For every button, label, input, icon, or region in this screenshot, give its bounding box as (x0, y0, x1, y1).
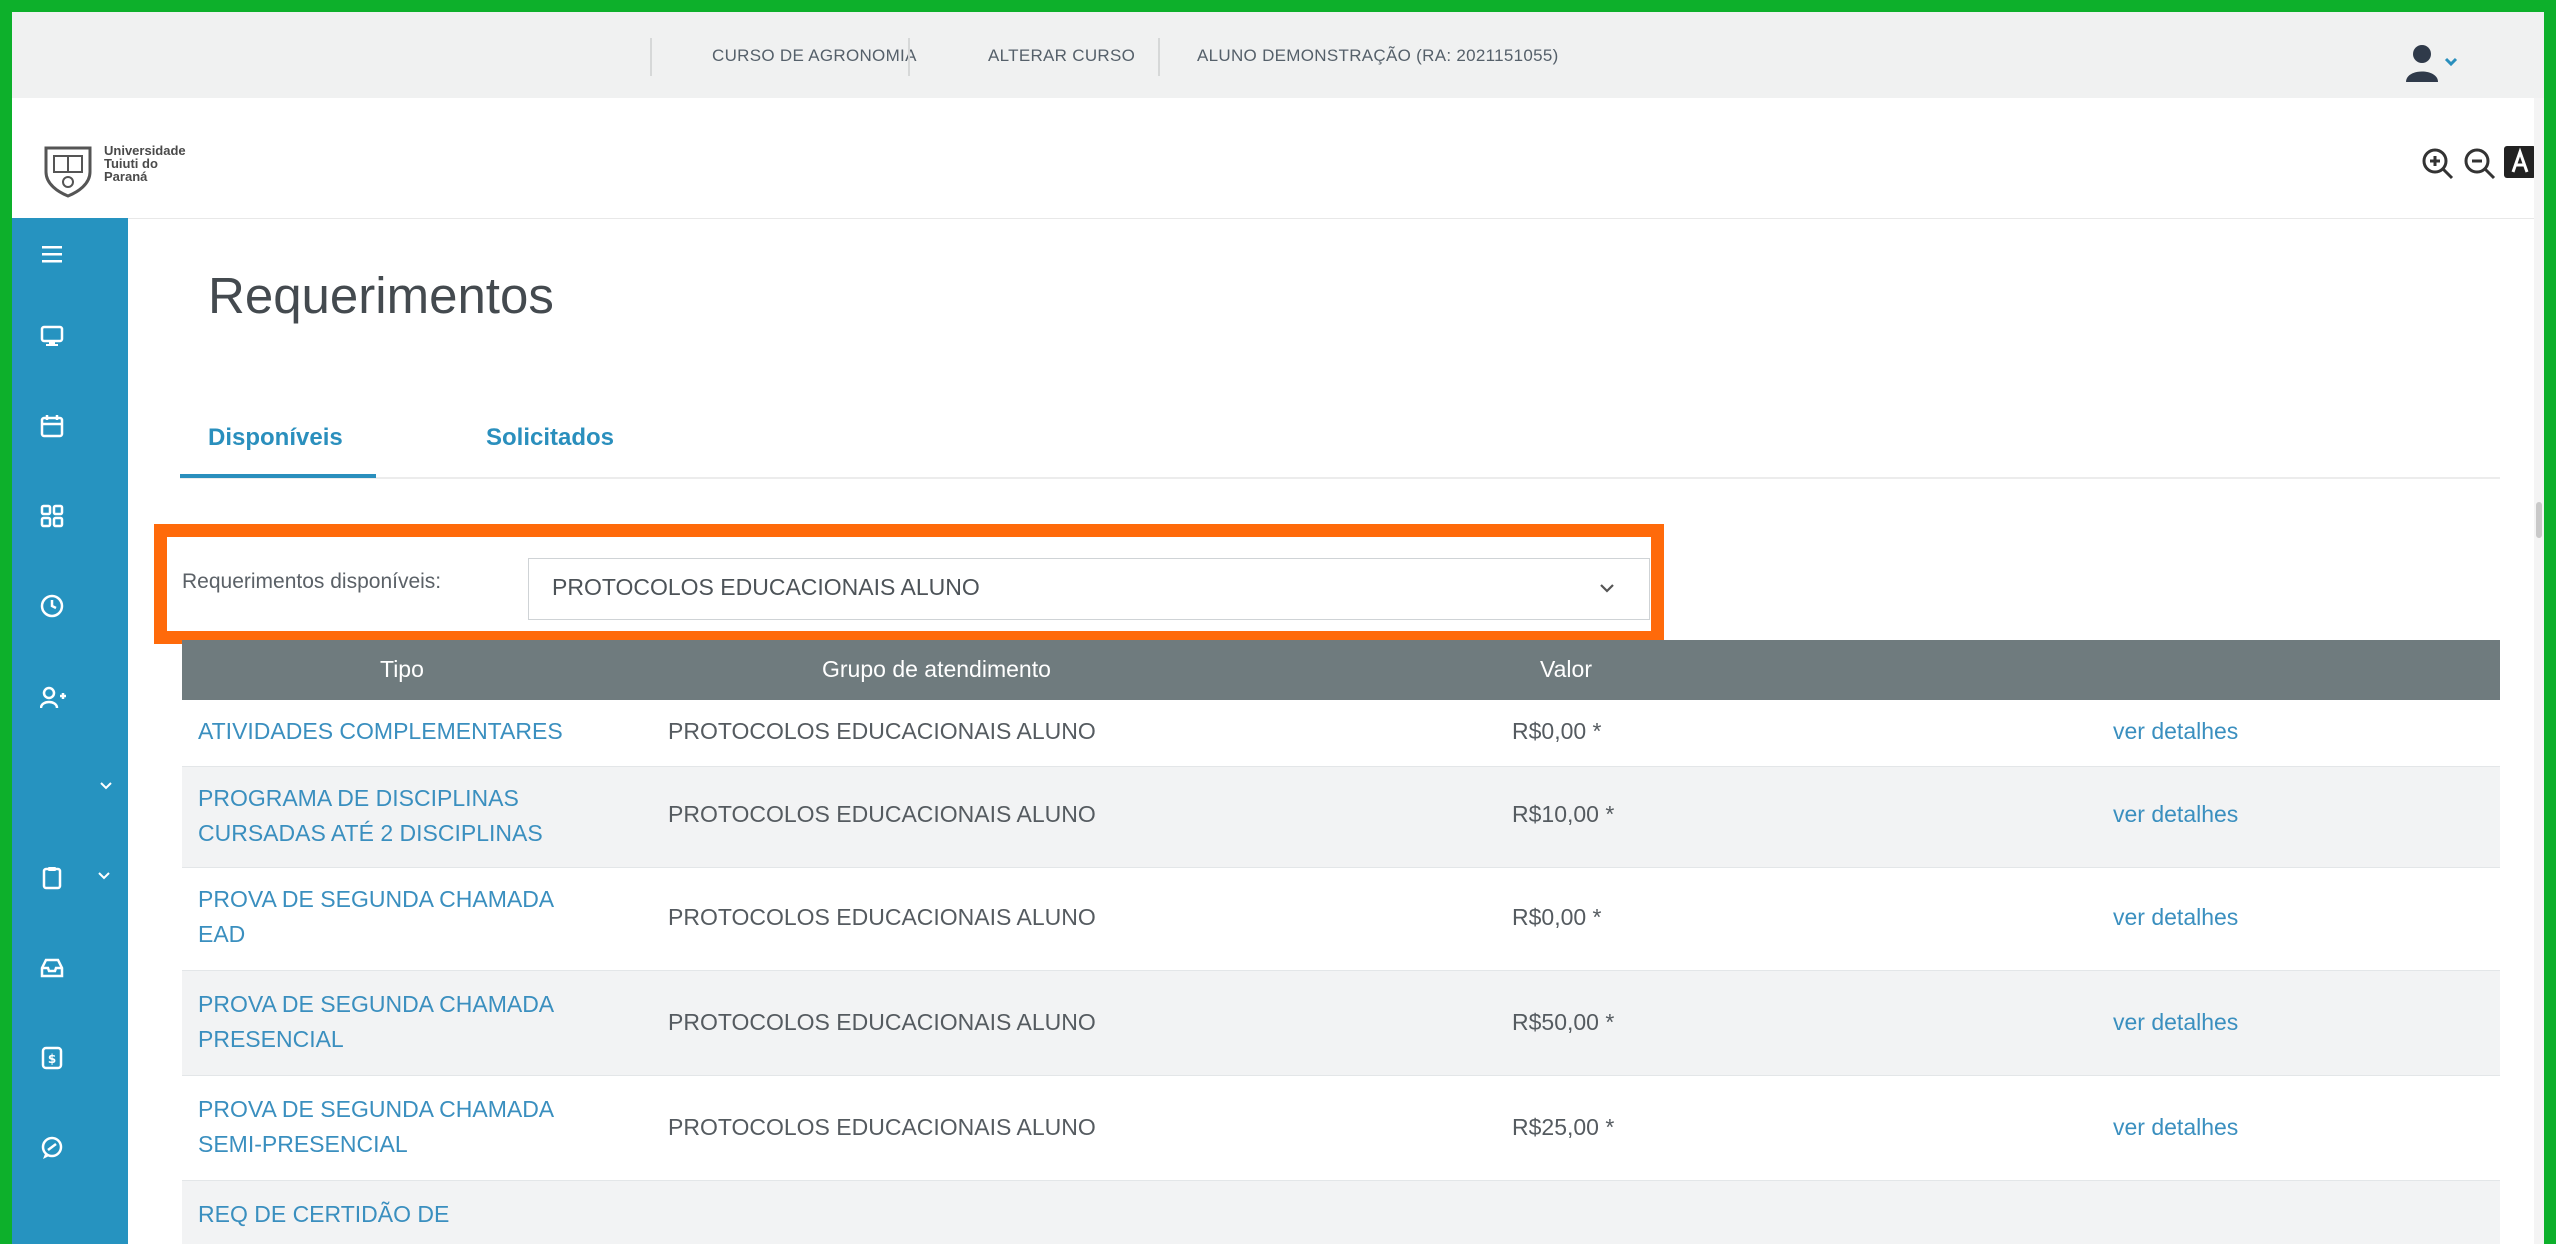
view-details-link[interactable]: ver detalhes (2113, 1114, 2238, 1141)
row-value: R$0,00 * (1512, 718, 1602, 744)
divider (1158, 38, 1160, 76)
highlight-box (154, 524, 1664, 644)
type-line: PRESENCIAL (198, 1026, 344, 1052)
column-header-grupo: Grupo de atendimento (822, 656, 1051, 682)
calendar-icon (40, 415, 64, 438)
type-line: ATIVIDADES COMPLEMENTARES (198, 718, 563, 744)
view-details-link[interactable]: ver detalhes (2113, 718, 2238, 745)
tab-requested[interactable]: Solicitados (486, 424, 614, 452)
change-course-link[interactable]: ALTERAR CURSO (988, 46, 1135, 66)
view-details-link[interactable]: ver detalhes (2113, 801, 2238, 828)
row-type-link[interactable]: ATIVIDADES COMPLEMENTARES (198, 714, 638, 749)
monitor-icon (40, 325, 64, 346)
grid-icon (40, 504, 64, 528)
finance-icon: $ (41, 1046, 63, 1070)
view-details-link[interactable]: ver detalhes (2113, 1009, 2238, 1036)
sidebar-item-requests[interactable] (12, 842, 128, 914)
current-course: CURSO DE AGRONOMIA (712, 46, 917, 65)
table-header: Tipo Grupo de atendimento Valor (182, 640, 2500, 700)
tabs-divider (180, 477, 2500, 479)
zoom-out-icon[interactable] (2462, 146, 2498, 182)
row-value: R$10,00 * (1512, 801, 1615, 827)
row-type-link[interactable]: PROVA DE SEGUNDA CHAMADA PRESENCIAL (198, 987, 638, 1057)
chevron-down-icon (100, 782, 112, 790)
student-name: ALUNO DEMONSTRAÇÃO (RA: 2021151055) (1197, 46, 1559, 65)
menu-icon (42, 246, 62, 263)
row-group: PROTOCOLOS EDUCACIONAIS ALUNO (668, 904, 1096, 930)
scrollbar[interactable] (2534, 98, 2544, 1244)
row-group: PROTOCOLOS EDUCACIONAIS ALUNO (668, 1009, 1096, 1035)
sidebar-item-grid[interactable] (12, 480, 128, 552)
logo-text: Universidade Tuiuti do Paraná (104, 144, 186, 183)
table-row: ATIVIDADES COMPLEMENTARES PROTOCOLOS EDU… (182, 700, 2500, 767)
chevron-down-icon (98, 872, 110, 880)
clipboard-icon (42, 867, 62, 890)
table-row: PROGRAMA DE DISCIPLINAS CURSADAS ATÉ 2 DI… (182, 767, 2500, 868)
sidebar-item-menu[interactable] (12, 218, 128, 290)
type-line: PROVA DE SEGUNDA CHAMADA (198, 991, 555, 1017)
app-frame: CURSO DE AGRONOMIA ALTERAR CURSO ALUNO D… (12, 12, 2544, 1244)
view-details-link[interactable]: ver detalhes (2113, 904, 2238, 931)
type-line: REQ DE CERTIDÃO DE (198, 1201, 450, 1227)
row-value: R$50,00 * (1512, 1009, 1615, 1035)
divider (650, 38, 652, 76)
type-line: PROGRAMA DE DISCIPLINAS (198, 785, 519, 811)
table-row: PROVA DE SEGUNDA CHAMADA PRESENCIAL PROTO… (182, 971, 2500, 1076)
scrollbar-thumb[interactable] (2536, 502, 2542, 538)
row-type-link[interactable]: PROGRAMA DE DISCIPLINAS CURSADAS ATÉ 2 DI… (198, 781, 638, 851)
column-header-tipo: Tipo (380, 656, 424, 682)
add-user-icon (40, 686, 66, 709)
sidebar-item-chat[interactable] (12, 1112, 128, 1184)
inbox-icon (40, 958, 64, 978)
table-row: PROVA DE SEGUNDA CHAMADA EAD PROTOCOLOS E… (182, 868, 2500, 971)
crest-icon (44, 146, 92, 198)
logo-line: Paraná (104, 169, 148, 184)
table-row: PROVA DE SEGUNDA CHAMADA SEMI-PRESENCIAL … (182, 1076, 2500, 1181)
row-value: R$25,00 * (1512, 1114, 1615, 1140)
type-line: EAD (198, 921, 246, 947)
tab-available[interactable]: Disponíveis (208, 424, 343, 452)
row-group: PROTOCOLOS EDUCACIONAIS ALUNO (668, 801, 1096, 827)
svg-text:$: $ (48, 1052, 56, 1066)
chat-icon (41, 1136, 63, 1159)
user-menu[interactable] (2404, 42, 2460, 86)
active-tab-indicator (180, 474, 376, 478)
row-type-link[interactable]: REQ DE CERTIDÃO DE (198, 1197, 638, 1232)
sidebar-item-dashboard[interactable] (12, 300, 128, 372)
column-header-valor: Valor (1540, 656, 1592, 682)
row-type-link[interactable]: PROVA DE SEGUNDA CHAMADA SEMI-PRESENCIAL (198, 1092, 638, 1162)
user-avatar-icon (2406, 45, 2458, 82)
page-title: Requerimentos (208, 267, 554, 324)
row-group: PROTOCOLOS EDUCACIONAIS ALUNO (668, 1114, 1096, 1140)
divider (908, 38, 910, 76)
row-type-link[interactable]: PROVA DE SEGUNDA CHAMADA EAD (198, 882, 638, 952)
table-row: REQ DE CERTIDÃO DE (182, 1181, 2500, 1244)
type-line: CURSADAS ATÉ 2 DISCIPLINAS (198, 820, 543, 846)
sidebar-item-calendar[interactable] (12, 390, 128, 462)
type-line: SEMI-PRESENCIAL (198, 1131, 408, 1157)
type-line: PROVA DE SEGUNDA CHAMADA (198, 1096, 555, 1122)
sidebar-item-users[interactable] (12, 662, 128, 734)
header: Universidade Tuiuti do Paraná (12, 98, 2544, 219)
type-line: PROVA DE SEGUNDA CHAMADA (198, 886, 555, 912)
sidebar-item-expand[interactable] (12, 752, 128, 824)
sidebar: $ (12, 218, 128, 1244)
sidebar-item-inbox[interactable] (12, 932, 128, 1004)
zoom-in-icon[interactable] (2420, 146, 2456, 182)
clock-icon (40, 594, 64, 618)
university-logo[interactable] (38, 138, 98, 198)
top-bar: CURSO DE AGRONOMIA ALTERAR CURSO ALUNO D… (12, 12, 2544, 98)
sidebar-item-finance[interactable]: $ (12, 1022, 128, 1094)
sidebar-item-history[interactable] (12, 570, 128, 642)
requests-table: Tipo Grupo de atendimento Valor ATIVIDAD… (182, 640, 2500, 1244)
row-value: R$0,00 * (1512, 904, 1602, 930)
row-group: PROTOCOLOS EDUCACIONAIS ALUNO (668, 718, 1096, 744)
